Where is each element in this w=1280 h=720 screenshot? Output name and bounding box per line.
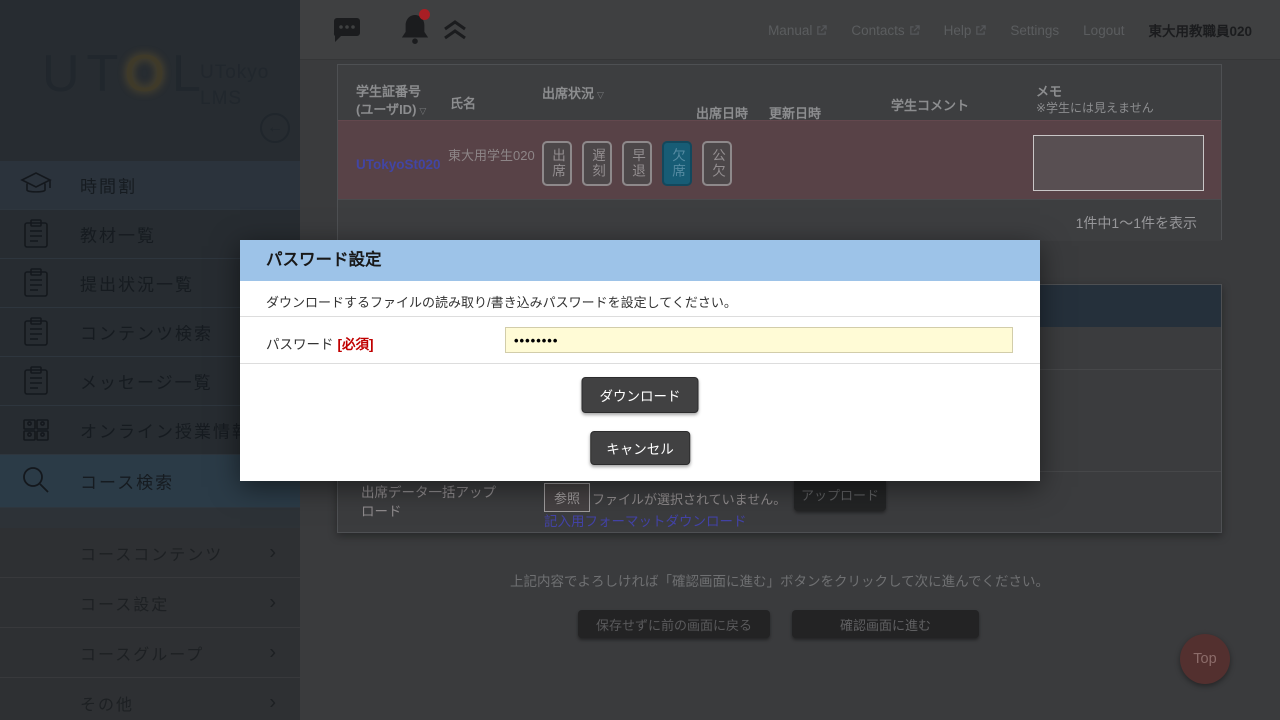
chevron-right-icon: ›: [269, 541, 276, 564]
status-button-present[interactable]: 出席: [542, 141, 572, 186]
online-class-icon: [18, 412, 54, 448]
download-button[interactable]: ダウンロード: [582, 377, 699, 413]
password-label: パスワード[必須]: [266, 333, 374, 353]
memo-textarea[interactable]: [1033, 135, 1204, 191]
sidebar-item-course-contents[interactable]: コースコンテンツ ›: [0, 528, 300, 578]
clipboard-icon: [18, 314, 54, 350]
collapse-header-button[interactable]: [442, 19, 468, 41]
logout-link[interactable]: Logout: [1083, 23, 1124, 38]
external-link-icon: [909, 25, 920, 36]
clipboard-icon: [18, 216, 54, 252]
double-chevron-up-icon: [442, 19, 468, 41]
modal-description: ダウンロードするファイルの読み取り/書き込みパスワードを設定してください。: [240, 281, 1040, 317]
modal-header: パスワード設定: [240, 240, 1040, 281]
app-root: UTOL UTokyo LMS ← 時間割 教材一覧: [0, 0, 1280, 720]
modal-title: パスワード設定: [240, 240, 1040, 281]
attendance-table-footer: 1件中1〜1件を表示: [338, 199, 1221, 241]
utol-logo: UTOL: [42, 44, 208, 104]
col-student-comment: 学生コメント: [891, 95, 969, 114]
sort-icon: ▽: [419, 106, 426, 116]
col-memo-note: ※学生には見えません: [1036, 99, 1154, 116]
header-links: Manual Contacts Help Settings Logout 東大用…: [768, 0, 1252, 60]
top-header: Manual Contacts Help Settings Logout 東大用…: [300, 0, 1280, 60]
help-link[interactable]: Help: [944, 23, 987, 38]
student-row: UTokyoSt020 東大用学生020 出席 遅刻 早退 欠席 公欠: [338, 120, 1221, 199]
sidebar-course-menu: コースコンテンツ › コース設定 › コースグループ › その他 ›: [0, 528, 300, 720]
settings-link[interactable]: Settings: [1010, 23, 1059, 38]
notification-badge: [419, 9, 430, 20]
password-input[interactable]: [505, 327, 1013, 353]
result-count: 1件中1〜1件を表示: [1076, 213, 1197, 233]
chevron-right-icon: ›: [269, 641, 276, 664]
attendance-table: 学生証番号 (ユーザID)▽ 氏名 出席状況▽ 出席日時 更新日時 学生コメント…: [337, 64, 1222, 240]
password-field-row: パスワード[必須]: [240, 317, 1040, 364]
manual-link[interactable]: Manual: [768, 23, 827, 38]
sidebar-divider: [0, 508, 300, 528]
bulk-upload-label: 出席データ一括アップロード: [361, 484, 496, 522]
confirm-instruction-text: 上記内容でよろしければ「確認画面に進む」ボタンをクリックして次に進んでください。: [337, 570, 1222, 590]
no-file-selected-text: ファイルが選択されていません。: [592, 489, 786, 508]
clipboard-icon: [18, 363, 54, 399]
logo-o-ring: O: [124, 45, 171, 103]
student-id-link[interactable]: UTokyoSt020: [356, 157, 441, 172]
sidebar-collapse-button[interactable]: ←: [260, 113, 290, 143]
status-button-late[interactable]: 遅刻: [582, 141, 612, 186]
required-badge: [必須]: [338, 337, 374, 352]
logo-subtitle: UTokyo LMS: [200, 60, 269, 111]
graduation-cap-icon: [18, 167, 54, 203]
external-link-icon: [975, 25, 986, 36]
contacts-link[interactable]: Contacts: [851, 23, 919, 38]
status-button-absent-selected[interactable]: 欠席: [662, 141, 692, 186]
cancel-button[interactable]: キャンセル: [590, 431, 690, 465]
logged-in-user: 東大用教職員020: [1148, 20, 1252, 40]
col-memo: メモ: [1036, 81, 1062, 100]
scroll-to-top-button[interactable]: Top: [1180, 634, 1230, 684]
external-link-icon: [816, 25, 827, 36]
sidebar-item-timetable[interactable]: 時間割: [0, 161, 300, 210]
attendance-table-header: 学生証番号 (ユーザID)▽ 氏名 出席状況▽ 出席日時 更新日時 学生コメント…: [338, 65, 1221, 120]
sidebar-item-others[interactable]: その他 ›: [0, 678, 300, 720]
magnifier-icon: [18, 463, 54, 499]
col-name: 氏名: [450, 93, 476, 112]
status-button-early-leave[interactable]: 早退: [622, 141, 652, 186]
sidebar-item-course-settings[interactable]: コース設定 ›: [0, 578, 300, 628]
proceed-to-confirm-button[interactable]: 確認画面に進む: [792, 610, 979, 638]
col-status[interactable]: 出席状況▽: [542, 83, 604, 102]
chevron-right-icon: ›: [269, 691, 276, 714]
password-setting-modal: パスワード設定 ダウンロードするファイルの読み取り/書き込みパスワードを設定して…: [240, 240, 1040, 481]
status-button-excused[interactable]: 公欠: [702, 141, 732, 186]
back-without-save-button[interactable]: 保存せずに前の画面に戻る: [578, 610, 770, 638]
col-student-id-2[interactable]: (ユーザID)▽: [356, 99, 426, 118]
sort-icon: ▽: [597, 90, 604, 100]
upload-button[interactable]: アップロード: [794, 478, 886, 511]
browse-file-button[interactable]: 参照: [544, 483, 590, 512]
col-student-id: 学生証番号: [356, 81, 421, 100]
bulk-upload-row: 出席データ一括アップロード 参照 ファイルが選択されていません。 アップロード …: [338, 472, 1221, 532]
chevron-right-icon: ›: [269, 591, 276, 614]
format-download-link[interactable]: 記入用フォーマットダウンロード: [544, 510, 747, 530]
clipboard-icon: [18, 265, 54, 301]
chat-button[interactable]: [332, 18, 362, 44]
chat-icon: [332, 18, 362, 44]
student-name: 東大用学生020: [448, 147, 536, 165]
sidebar-item-course-group[interactable]: コースグループ ›: [0, 628, 300, 678]
